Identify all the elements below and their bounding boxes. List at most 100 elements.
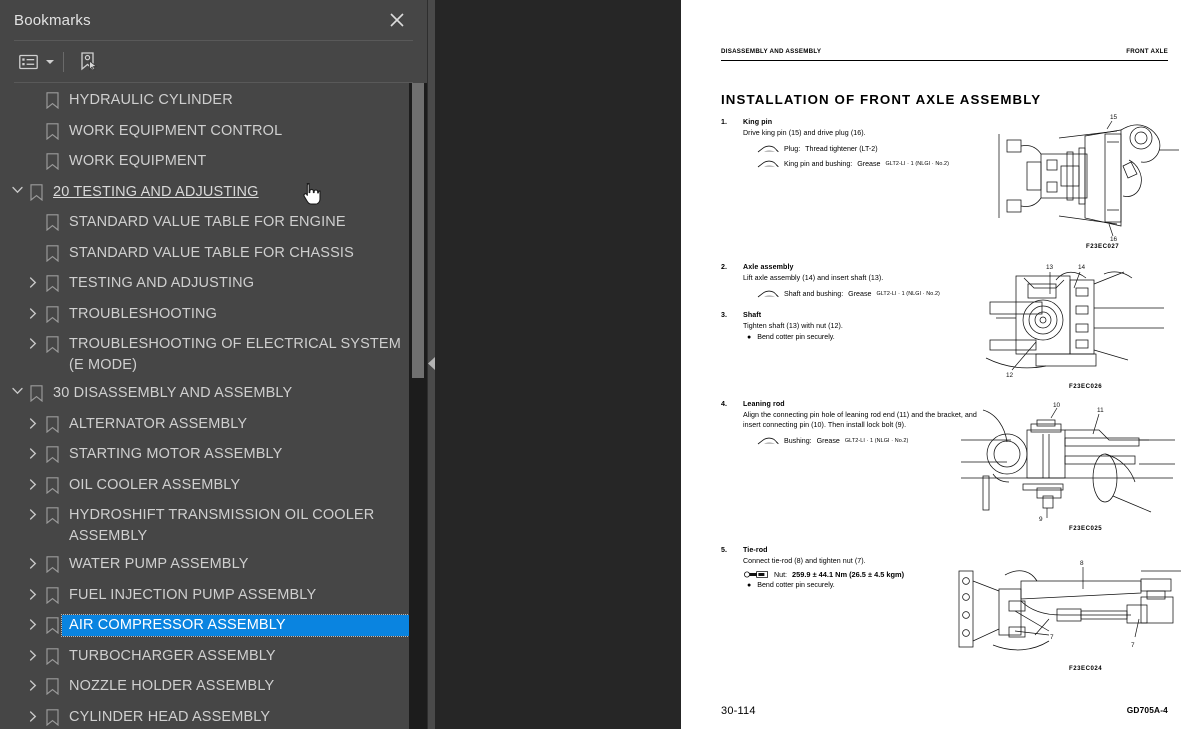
bookmark-item[interactable]: TROUBLESHOOTING	[0, 300, 409, 331]
chevron-down-icon[interactable]	[8, 383, 26, 395]
bookmark-label: ALTERNATOR ASSEMBLY	[69, 415, 248, 432]
bookmark-item[interactable]: CYLINDER HEAD ASSEMBLY	[0, 703, 409, 729]
bookmark-item[interactable]: WORK EQUIPMENT	[0, 147, 409, 178]
figure-callout: 8	[1080, 560, 1084, 567]
chevron-down-icon[interactable]	[8, 182, 26, 194]
chevron-right-icon[interactable]	[24, 554, 42, 569]
chevron-right-icon[interactable]	[24, 676, 42, 691]
bookmark-item[interactable]: WATER PUMP ASSEMBLY	[0, 550, 409, 581]
bookmark-item[interactable]: FUEL INJECTION PUMP ASSEMBLY	[0, 581, 409, 612]
figure-callout: 10	[1053, 402, 1061, 409]
figure-leaning-rod: 10 11 9	[953, 400, 1183, 523]
chevron-down-icon[interactable]	[43, 48, 57, 76]
spec-line: King pin and bushing: Grease GLT2-LI · 1 (…	[743, 160, 979, 168]
bookmark-item[interactable]: TURBOCHARGER ASSEMBLY	[0, 642, 409, 673]
bookmarks-tree: HYDRAULIC CYLINDER WORK EQUIPMENT CONTROL…	[0, 83, 410, 729]
panel-title: Bookmarks	[14, 11, 91, 29]
bookmark-icon	[42, 212, 62, 231]
bookmark-label: 30 DISASSEMBLY AND ASSEMBLY	[53, 385, 293, 401]
step-heading: Axle assembly	[743, 263, 794, 271]
step-number: 2.	[721, 263, 727, 271]
bookmark-item[interactable]: STANDARD VALUE TABLE FOR CHASSIS	[0, 239, 409, 270]
pdf-page: DISASSEMBLY AND ASSEMBLY FRONT AXLE INST…	[681, 0, 1200, 729]
figure-callout: 14	[1078, 264, 1086, 271]
bookmark-item[interactable]: WORK EQUIPMENT CONTROL	[0, 117, 409, 148]
figure-callout: 13	[1046, 264, 1054, 271]
bookmark-item[interactable]: HYDRAULIC CYLINDER	[0, 86, 409, 117]
bookmark-item[interactable]: 30 DISASSEMBLY AND ASSEMBLY	[0, 379, 409, 410]
grease-symbol-icon	[757, 437, 779, 445]
step-number: 4.	[721, 400, 727, 408]
instruction-step: 4. Leaning rod Align the connecting pin ho…	[721, 400, 979, 445]
bookmark-label: TROUBLESHOOTING OF ELECTRICAL SYSTEM (E …	[69, 336, 401, 373]
bookmarks-scrollbar-track[interactable]	[409, 83, 427, 729]
bookmark-item[interactable]: HYDROSHIFT TRANSMISSION OIL COOLER ASSEM…	[0, 501, 409, 550]
chevron-right-icon[interactable]	[24, 273, 42, 288]
bookmark-icon	[42, 414, 62, 433]
chevron-right-icon[interactable]	[24, 475, 42, 490]
chevron-right-icon[interactable]	[24, 707, 42, 722]
bookmark-label: FUEL INJECTION PUMP ASSEMBLY	[69, 586, 317, 603]
bookmark-item[interactable]: 20 TESTING AND ADJUSTING	[0, 178, 409, 209]
page-title: INSTALLATION OF FRONT AXLE ASSEMBLY	[721, 92, 1042, 107]
bookmarks-toolbar	[0, 41, 427, 82]
bookmark-label: NOZZLE HOLDER ASSEMBLY	[69, 678, 275, 694]
chevron-right-icon[interactable]	[24, 615, 42, 630]
bookmark-item[interactable]: ALTERNATOR ASSEMBLY	[0, 410, 409, 441]
list-options-icon[interactable]	[13, 48, 43, 76]
close-icon[interactable]	[387, 10, 407, 30]
bookmark-icon	[42, 615, 62, 634]
panel-resize-gutter[interactable]	[427, 0, 435, 729]
spec-label: King pin and bushing:	[784, 160, 853, 169]
chevron-right-icon[interactable]	[24, 585, 42, 600]
bookmark-icon	[42, 273, 62, 292]
pdf-reader-window: Bookmarks HYDRAULIC CYLINDER WORK EQUIPM…	[0, 0, 1200, 729]
grease-symbol-icon	[757, 160, 779, 168]
running-head-left: DISASSEMBLY AND ASSEMBLY	[721, 48, 822, 55]
bookmark-item[interactable]: TESTING AND ADJUSTING	[0, 269, 409, 300]
step-heading: Shaft	[743, 311, 762, 319]
bookmark-icon	[42, 505, 62, 524]
bookmark-label: TURBOCHARGER ASSEMBLY	[69, 647, 276, 664]
spec-subscript: GLT2-LI · 1 (NLGI · No.2)	[844, 438, 909, 445]
grease-symbol-icon	[757, 290, 779, 298]
bookmark-item[interactable]: TROUBLESHOOTING OF ELECTRICAL SYSTEM (E …	[0, 330, 409, 379]
figure-ref-3: F23EC025	[1069, 525, 1103, 532]
step-number: 5.	[721, 546, 727, 554]
chevron-right-icon[interactable]	[24, 334, 42, 349]
bookmarks-panel-header: Bookmarks	[0, 0, 427, 40]
bookmark-item[interactable]: OIL COOLER ASSEMBLY	[0, 471, 409, 502]
step-heading: King pin	[743, 118, 773, 126]
bookmarks-scrollbar-thumb[interactable]	[412, 83, 424, 378]
step-text: Tighten shaft (13) with nut (12).	[743, 322, 843, 330]
bookmark-icon	[42, 444, 62, 463]
bookmark-icon	[42, 334, 62, 353]
chevron-right-icon[interactable]	[24, 646, 42, 661]
spec-label: Nut:	[774, 570, 788, 579]
figure-axle-shaft: 13 14 12	[976, 258, 1181, 379]
instruction-step: 3. Shaft Tighten shaft (13) with nut (12).…	[721, 311, 979, 341]
new-bookmark-icon[interactable]	[74, 48, 104, 76]
bookmark-label: WORK EQUIPMENT	[69, 153, 207, 169]
bookmark-icon	[26, 182, 46, 201]
chevron-right-icon[interactable]	[24, 304, 42, 319]
step-number: 1.	[721, 118, 727, 126]
bookmark-item[interactable]: STARTING MOTOR ASSEMBLY	[0, 440, 409, 471]
spec-line: Shaft and bushing: Grease GLT2-LI · 1 (NLG…	[743, 290, 979, 298]
bookmark-icon	[42, 304, 62, 323]
bookmark-item[interactable]: AIR COMPRESSOR ASSEMBLY	[0, 611, 410, 642]
bookmarks-tree-container: HYDRAULIC CYLINDER WORK EQUIPMENT CONTROL…	[0, 83, 427, 729]
bookmark-icon	[42, 90, 62, 109]
bullet-line: ● Bend cotter pin securely.	[743, 333, 979, 341]
bookmark-item[interactable]: STANDARD VALUE TABLE FOR ENGINE	[0, 208, 409, 239]
bullet-line: ● Bend cotter pin securely.	[743, 581, 979, 589]
bookmark-item[interactable]: NOZZLE HOLDER ASSEMBLY	[0, 672, 409, 703]
toolbar-separator	[63, 51, 64, 72]
bookmark-label: OIL COOLER ASSEMBLY	[69, 476, 241, 493]
chevron-right-icon[interactable]	[24, 414, 42, 429]
chevron-right-icon[interactable]	[24, 444, 42, 459]
document-viewer[interactable]: DISASSEMBLY AND ASSEMBLY FRONT AXLE INST…	[435, 0, 1200, 729]
chevron-right-icon[interactable]	[24, 505, 42, 520]
step-text: Lift axle assembly (14) and insert shaft…	[743, 274, 884, 282]
spec-line: Plug: Thread tightener (LT-2)	[743, 145, 979, 153]
